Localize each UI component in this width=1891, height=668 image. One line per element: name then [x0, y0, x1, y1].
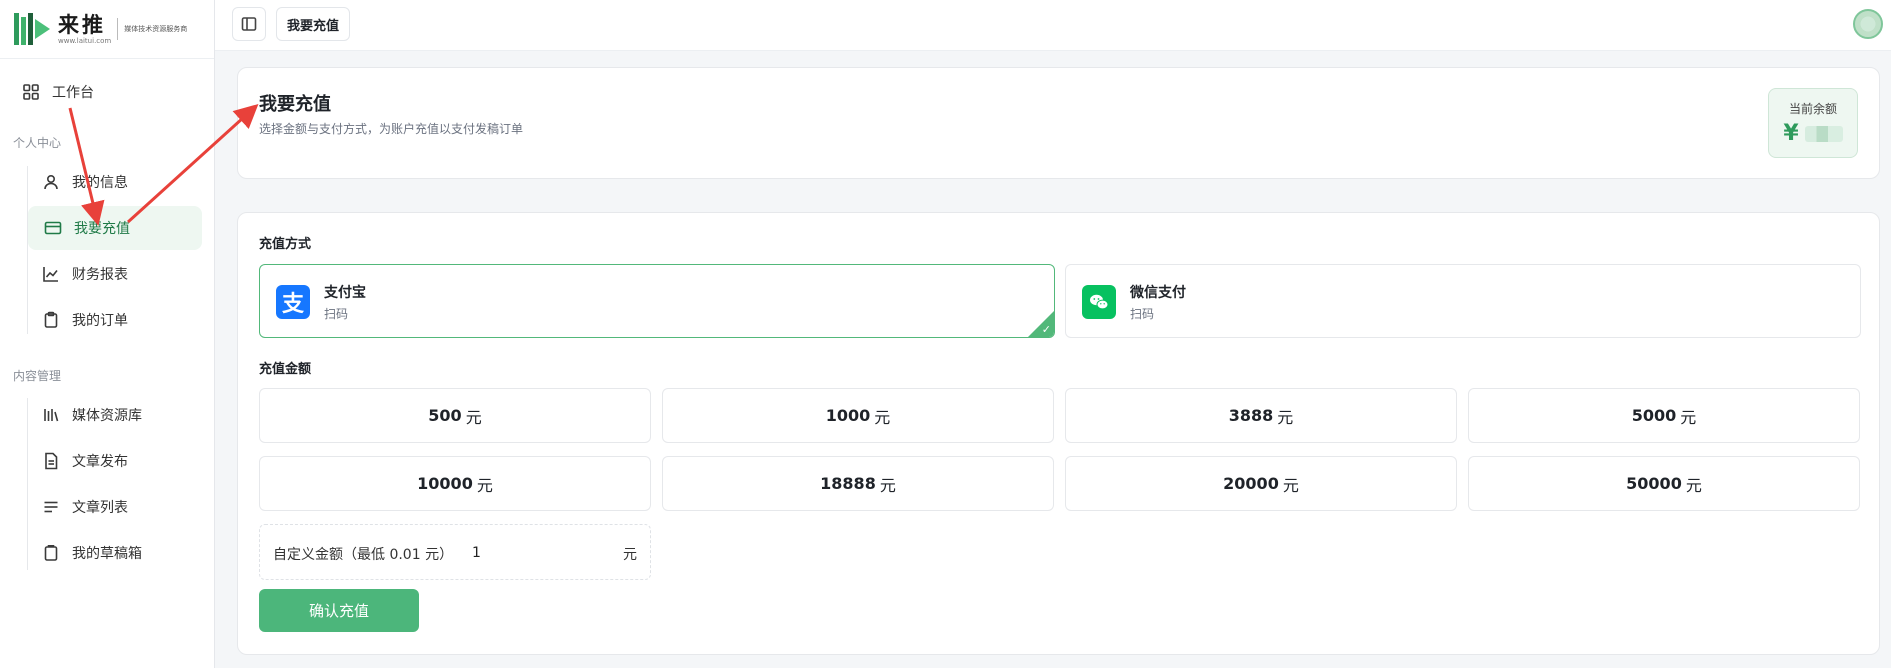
- amount-option-5000[interactable]: 5000 元: [1468, 388, 1860, 443]
- sidebar-item-label: 文章列表: [72, 500, 128, 516]
- custom-amount-label: 自定义金额（最低 0.01 元）: [273, 547, 454, 563]
- document-icon: [42, 452, 60, 470]
- sidebar-divider: [0, 58, 214, 59]
- sidebar-item-drafts[interactable]: 我的草稿箱: [42, 531, 202, 575]
- amount-option-18888[interactable]: 18888 元: [662, 456, 1054, 511]
- amount-option-1000[interactable]: 1000 元: [662, 388, 1054, 443]
- sidebar-item-label: 我的草稿箱: [72, 546, 142, 562]
- sidebar-item-label: 工作台: [52, 85, 94, 101]
- logo-icon: [14, 13, 50, 45]
- payment-option-desc: 扫码: [1130, 307, 1155, 321]
- topbar: 我要充值: [215, 0, 1891, 51]
- custom-amount-input[interactable]: [470, 537, 614, 569]
- clipboard-icon: [42, 311, 60, 329]
- tree-line: [27, 398, 28, 570]
- currency-symbol: ¥: [1783, 121, 1799, 146]
- brand-logo[interactable]: 来推 www.laitui.com 媒体技术资源服务商: [12, 8, 187, 50]
- library-icon: [42, 406, 60, 424]
- sidebar-item-finance-report[interactable]: 财务报表: [42, 252, 202, 296]
- user-icon: [42, 173, 60, 191]
- list-icon: [42, 498, 60, 516]
- payment-option-desc: 扫码: [324, 307, 349, 321]
- payment-method-label: 充值方式: [259, 237, 312, 252]
- page-subtitle: 选择金额与支付方式，为账户充值以支付发稿订单: [259, 122, 524, 136]
- sidebar-item-label: 我要充值: [74, 221, 130, 237]
- sidebar-item-label: 我的信息: [72, 175, 128, 191]
- sidebar-item-dashboard[interactable]: 工作台: [22, 70, 202, 114]
- tab-recharge[interactable]: 我要充值: [276, 7, 351, 41]
- brand-divider: [117, 18, 119, 40]
- wechat-icon: [1082, 285, 1116, 319]
- payment-option-name: 支付宝: [324, 285, 366, 301]
- page-header-card: 我要充值 选择金额与支付方式，为账户充值以支付发稿订单 当前余额 ¥: [237, 67, 1880, 179]
- sidebar-item-label: 财务报表: [72, 267, 128, 283]
- balance-value: ¥: [1769, 121, 1857, 146]
- sidebar-item-label: 文章发布: [72, 454, 128, 470]
- sidebar-item-publish-article[interactable]: 文章发布: [42, 439, 202, 483]
- check-icon: ✓: [1041, 323, 1051, 336]
- payment-option-name: 微信支付: [1130, 285, 1186, 301]
- sidebar: 来推 www.laitui.com 媒体技术资源服务商 工作台 个人中心 我的信…: [0, 0, 215, 668]
- avatar[interactable]: [1853, 9, 1883, 39]
- grid-icon: [22, 83, 40, 101]
- card-icon: [44, 219, 62, 237]
- balance-card: 当前余额 ¥: [1768, 88, 1858, 158]
- section-label-content: 内容管理: [13, 369, 62, 383]
- payment-option-alipay[interactable]: 支 支付宝 扫码 ✓: [259, 264, 1055, 338]
- section-label-personal: 个人中心: [13, 136, 62, 150]
- sidebar-item-media-library[interactable]: 媒体资源库: [42, 393, 202, 437]
- sidebar-item-label: 媒体资源库: [72, 408, 142, 424]
- recharge-amount-label: 充值金额: [259, 362, 312, 377]
- recharge-form-card: 充值方式 支 支付宝 扫码 ✓ 微信支付 扫码 充值金额 500 元 1000 元 …: [237, 212, 1880, 655]
- sidebar-toggle-button[interactable]: [232, 7, 266, 41]
- amount-option-3888[interactable]: 3888 元: [1065, 388, 1457, 443]
- amount-option-50000[interactable]: 50000 元: [1468, 456, 1860, 511]
- draft-icon: [42, 544, 60, 562]
- sidebar-item-article-list[interactable]: 文章列表: [42, 485, 202, 529]
- amount-option-10000[interactable]: 10000 元: [259, 456, 651, 511]
- brand-url: www.laitui.com: [58, 36, 112, 45]
- payment-option-wechat[interactable]: 微信支付 扫码: [1065, 264, 1861, 338]
- sidebar-item-my-info[interactable]: 我的信息: [42, 160, 202, 204]
- brand-name: 来推: [58, 12, 106, 37]
- balance-label: 当前余额: [1788, 102, 1837, 116]
- custom-amount-unit: 元: [623, 547, 637, 563]
- tree-line: [27, 166, 28, 334]
- balance-amount-blurred: [1804, 125, 1843, 142]
- page-title: 我要充值: [259, 94, 331, 115]
- sidebar-item-my-orders[interactable]: 我的订单: [42, 298, 202, 342]
- chart-icon: [42, 265, 60, 283]
- sidebar-toggle-icon: [241, 17, 257, 31]
- custom-amount-field: 自定义金额（最低 0.01 元） 元: [259, 524, 651, 580]
- sidebar-item-recharge[interactable]: 我要充值: [28, 206, 202, 250]
- brand-slogan: 媒体技术资源服务商: [124, 25, 188, 33]
- confirm-recharge-button[interactable]: 确认充值: [259, 589, 419, 632]
- amount-option-20000[interactable]: 20000 元: [1065, 456, 1457, 511]
- sidebar-item-label: 我的订单: [72, 313, 128, 329]
- amount-option-500[interactable]: 500 元: [259, 388, 651, 443]
- wechat-bubbles-icon: [1090, 294, 1109, 310]
- alipay-icon: 支: [276, 285, 310, 319]
